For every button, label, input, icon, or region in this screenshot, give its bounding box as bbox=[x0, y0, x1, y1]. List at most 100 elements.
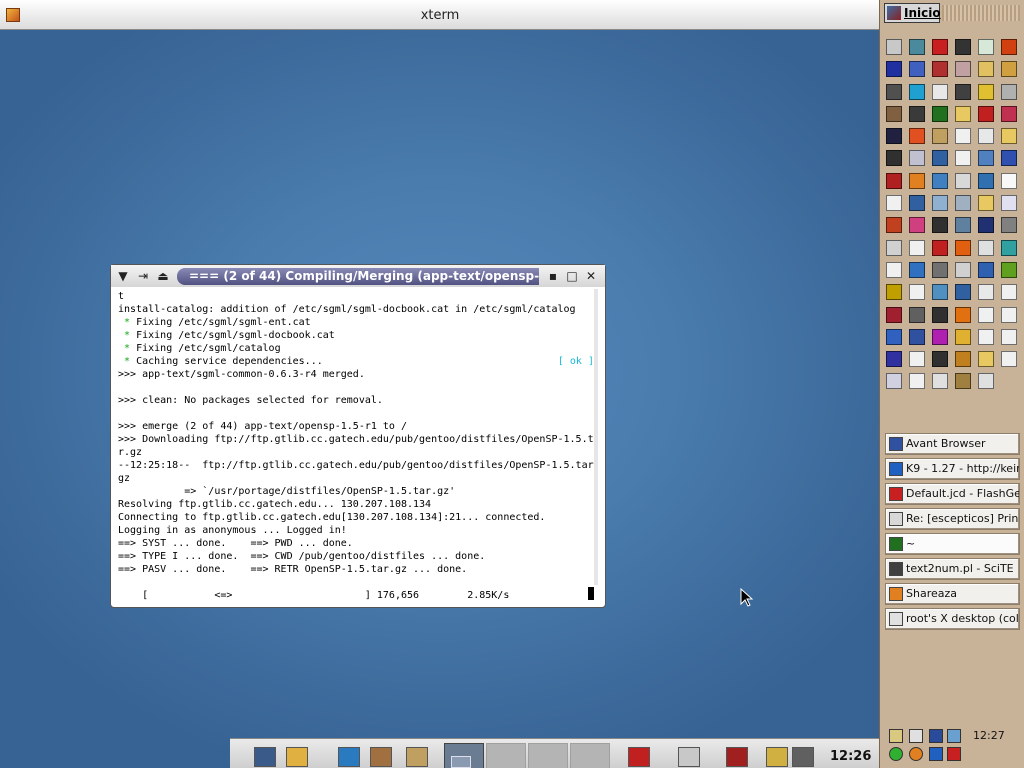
image-icon[interactable] bbox=[932, 306, 948, 323]
panel-grip[interactable] bbox=[942, 5, 1020, 21]
swirl-icon[interactable] bbox=[909, 306, 925, 323]
folder-icon[interactable] bbox=[286, 747, 308, 767]
mountain-icon[interactable] bbox=[886, 306, 902, 323]
font-icon[interactable] bbox=[909, 261, 925, 278]
power-icon[interactable] bbox=[792, 747, 814, 767]
workspace-3[interactable] bbox=[528, 743, 568, 768]
star-icon[interactable] bbox=[909, 195, 925, 212]
ball-icon[interactable] bbox=[955, 39, 971, 55]
vnc-icon[interactable] bbox=[978, 373, 994, 390]
terminal-output[interactable]: t install-catalog: addition of /etc/sgml/… bbox=[118, 290, 598, 602]
volume-icon[interactable] bbox=[889, 729, 903, 743]
diff-icon[interactable] bbox=[932, 373, 948, 390]
plasma-icon[interactable] bbox=[978, 261, 994, 278]
folder-icon[interactable] bbox=[978, 195, 994, 212]
terminal-icon[interactable] bbox=[254, 747, 276, 767]
floppy-icon[interactable] bbox=[909, 328, 925, 345]
smiley-icon[interactable] bbox=[889, 747, 903, 761]
folder-icon[interactable] bbox=[978, 351, 994, 368]
target-icon[interactable] bbox=[886, 284, 902, 301]
feather-icon[interactable] bbox=[1001, 105, 1017, 122]
taskbar-item[interactable]: ~ bbox=[885, 533, 1020, 555]
wifi-icon[interactable] bbox=[978, 39, 994, 55]
document-icon[interactable] bbox=[932, 83, 948, 100]
disc-icon[interactable] bbox=[909, 128, 925, 145]
cross-icon[interactable] bbox=[955, 83, 971, 100]
lock-icon[interactable] bbox=[766, 747, 788, 767]
doc-icon[interactable] bbox=[978, 239, 994, 256]
moon-icon[interactable] bbox=[978, 217, 994, 234]
network-icon[interactable] bbox=[955, 217, 971, 234]
users-icon[interactable] bbox=[932, 172, 948, 189]
menu-down-icon[interactable]: ▼ bbox=[115, 268, 131, 284]
copy-icon[interactable] bbox=[932, 195, 948, 212]
tux-icon[interactable] bbox=[886, 328, 902, 345]
camera-icon[interactable] bbox=[932, 351, 948, 368]
monitor-icon[interactable] bbox=[932, 284, 948, 301]
arch-icon[interactable] bbox=[929, 729, 943, 743]
wheel-icon[interactable] bbox=[955, 61, 971, 78]
copy-icon[interactable] bbox=[886, 239, 902, 256]
window-icon[interactable] bbox=[886, 261, 902, 278]
network-icon[interactable] bbox=[947, 729, 961, 743]
package-icon[interactable] bbox=[370, 747, 392, 767]
tools-icon[interactable] bbox=[909, 150, 925, 167]
close-icon[interactable]: ✕ bbox=[583, 268, 599, 284]
window-icon[interactable] bbox=[1001, 351, 1017, 368]
taskbar-item[interactable]: text2num.pl - SciTE bbox=[885, 558, 1020, 580]
taskbar-item[interactable]: Avant Browser bbox=[885, 433, 1020, 455]
xterm-window[interactable]: ▼ ⇥ ⏏ === (2 of 44) Compiling/Merging (a… bbox=[110, 264, 606, 608]
window-icon[interactable] bbox=[1001, 306, 1017, 323]
pirate-icon[interactable] bbox=[978, 83, 994, 100]
disk-icon[interactable] bbox=[886, 217, 902, 234]
window-icon[interactable] bbox=[886, 195, 902, 212]
pencil-icon[interactable] bbox=[1001, 61, 1017, 78]
taskbar-item[interactable]: K9 - 1.27 - http://keir... bbox=[885, 458, 1020, 480]
xterm-top-titlebar[interactable]: xterm bbox=[0, 0, 880, 30]
eraser-icon[interactable] bbox=[909, 83, 925, 100]
k9-icon[interactable] bbox=[929, 747, 943, 761]
server-icon[interactable] bbox=[955, 195, 971, 212]
book-icon[interactable] bbox=[726, 747, 748, 767]
sheet-icon[interactable] bbox=[1001, 195, 1017, 212]
clapper-icon[interactable] bbox=[909, 105, 925, 122]
image-icon[interactable] bbox=[978, 61, 994, 78]
folder-icon[interactable] bbox=[955, 105, 971, 122]
x-icon[interactable] bbox=[886, 128, 902, 145]
notes-icon[interactable] bbox=[978, 128, 994, 145]
monitor-icon[interactable] bbox=[978, 150, 994, 167]
steam-icon[interactable] bbox=[886, 150, 902, 167]
help-icon[interactable] bbox=[955, 328, 971, 345]
flashget-icon[interactable] bbox=[932, 39, 948, 55]
taskbar-item[interactable]: Re: [escepticos] Prin... bbox=[885, 508, 1020, 530]
letter-a-icon[interactable] bbox=[909, 39, 925, 55]
music-icon[interactable] bbox=[406, 747, 428, 767]
window-icon[interactable] bbox=[978, 328, 994, 345]
moose-icon[interactable] bbox=[932, 217, 948, 234]
search-icon[interactable] bbox=[909, 729, 923, 743]
books-icon[interactable] bbox=[932, 328, 948, 345]
editor-icon[interactable] bbox=[886, 373, 902, 390]
nvu-icon[interactable] bbox=[886, 351, 902, 368]
firefox-icon[interactable] bbox=[955, 306, 971, 323]
arch-icon[interactable] bbox=[955, 284, 971, 301]
cat-icon[interactable] bbox=[1001, 217, 1017, 234]
tray-clock[interactable]: 12:27 bbox=[973, 729, 1005, 742]
window-icon[interactable] bbox=[909, 239, 925, 256]
image-icon[interactable] bbox=[955, 261, 971, 278]
rocket-icon[interactable] bbox=[1001, 39, 1017, 55]
browser-icon[interactable] bbox=[886, 39, 902, 55]
shareaza-icon[interactable] bbox=[909, 747, 923, 761]
search-icon[interactable] bbox=[978, 172, 994, 189]
puzzle-icon[interactable] bbox=[932, 239, 948, 256]
shade-icon[interactable]: ⇥ bbox=[135, 268, 151, 284]
minimize-icon[interactable]: ▪ bbox=[545, 268, 561, 284]
bug-icon[interactable] bbox=[955, 373, 971, 390]
film-icon[interactable] bbox=[886, 83, 902, 100]
toolbox-icon[interactable] bbox=[628, 747, 650, 767]
folder-icon[interactable] bbox=[1001, 128, 1017, 145]
workspace-1[interactable] bbox=[444, 743, 484, 768]
share-icon[interactable] bbox=[1001, 150, 1017, 167]
bug-icon[interactable] bbox=[1001, 261, 1017, 278]
terminal-icon[interactable] bbox=[932, 105, 948, 122]
